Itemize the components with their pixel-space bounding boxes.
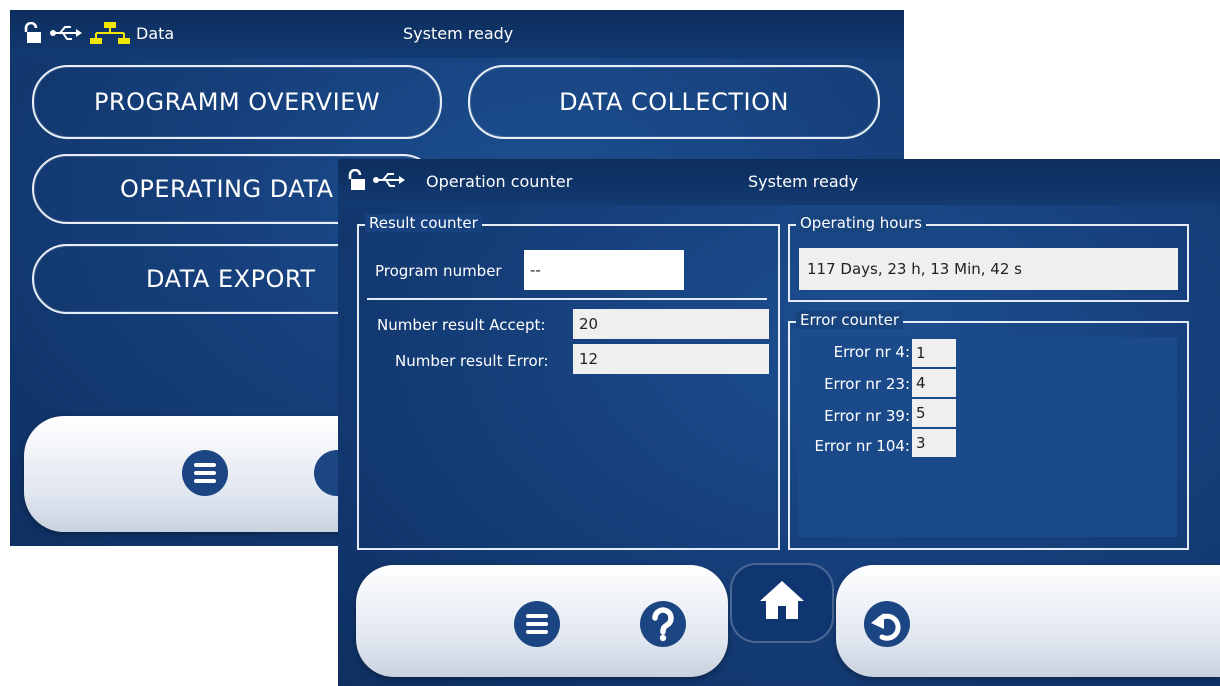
error-row-count: 5 <box>916 404 926 422</box>
program-number-label: Program number <box>375 262 502 280</box>
bottom-bar-right <box>836 565 1220 677</box>
back-icon[interactable] <box>864 601 910 647</box>
error-count-field: 12 <box>573 344 769 374</box>
program-number-field[interactable]: -- <box>524 250 684 290</box>
error-list[interactable]: Error nr 4: 1 Error nr 23: 4 Error nr 39… <box>798 337 1177 537</box>
accept-count-field: 20 <box>573 309 769 339</box>
error-row-label: Error nr 104: <box>814 437 910 455</box>
usb-icon <box>373 173 405 187</box>
result-counter-title: Result counter <box>365 214 482 232</box>
programm-overview-label: PROGRAMM OVERVIEW <box>93 88 381 116</box>
operating-data-label: OPERATING DATA <box>120 175 334 203</box>
error-row-value: 4 <box>912 369 956 397</box>
system-status: System ready <box>403 24 514 43</box>
error-row-count: 3 <box>916 434 926 452</box>
status-bar: Data System ready <box>10 10 904 58</box>
unlock-icon <box>348 169 365 190</box>
data-collection-label: DATA COLLECTION <box>559 88 789 116</box>
programm-overview-button[interactable]: PROGRAMM OVERVIEW <box>32 65 442 139</box>
error-row-count: 1 <box>916 344 926 362</box>
screen-title: Data <box>136 24 175 43</box>
program-number-value: -- <box>530 261 541 279</box>
accept-count-value: 20 <box>579 315 599 333</box>
screen-title: Operation counter <box>426 172 573 191</box>
home-icon <box>760 581 804 619</box>
network-icon <box>90 22 130 44</box>
error-label: Number result Error: <box>395 352 549 370</box>
home-button[interactable] <box>730 563 834 643</box>
divider <box>367 298 767 300</box>
system-status: System ready <box>748 172 859 191</box>
operating-hours-panel: Operating hours 117 Days, 23 h, 13 Min, … <box>788 214 1189 302</box>
error-row-value: 1 <box>912 339 956 367</box>
unlock-icon <box>24 22 41 43</box>
error-row-label: Error nr 39: <box>824 407 910 425</box>
accept-label: Number result Accept: <box>377 316 546 334</box>
error-row-label: Error nr 4: <box>833 343 910 361</box>
error-row-value: 5 <box>912 399 956 427</box>
bottom-bar-left <box>356 565 728 677</box>
error-count-value: 12 <box>579 350 599 368</box>
error-counter-title: Error counter <box>796 311 904 329</box>
data-collection-button[interactable]: DATA COLLECTION <box>468 65 880 139</box>
error-row-label: Error nr 23: <box>824 375 910 393</box>
error-row-value: 3 <box>912 429 956 457</box>
error-counter-panel: Error counter Error nr 4: 1 Error nr 23:… <box>788 311 1189 550</box>
operating-hours-title: Operating hours <box>796 214 926 232</box>
usb-icon <box>50 26 82 40</box>
help-icon[interactable] <box>640 601 686 647</box>
status-bar: Operation counter System ready <box>338 159 1220 205</box>
operation-counter-screen: Operation counter System ready Result co… <box>338 159 1220 686</box>
menu-icon[interactable] <box>514 601 560 647</box>
operating-hours-value: 117 Days, 23 h, 13 Min, 42 s <box>807 260 1022 278</box>
error-row-count: 4 <box>916 374 926 392</box>
result-counter-panel: Result counter Program number -- Number … <box>357 214 780 550</box>
operating-hours-field: 117 Days, 23 h, 13 Min, 42 s <box>799 248 1178 290</box>
menu-icon[interactable] <box>182 450 228 496</box>
data-export-label: DATA EXPORT <box>146 265 316 293</box>
